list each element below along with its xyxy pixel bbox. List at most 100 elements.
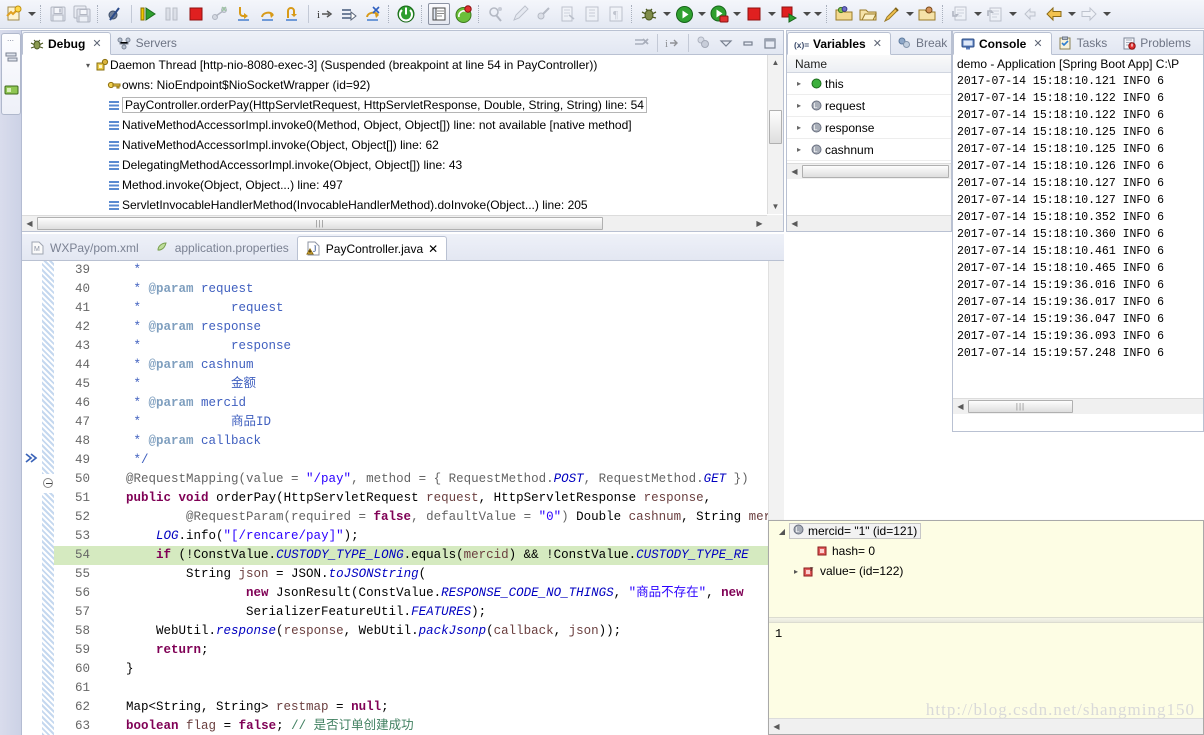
monitor-row[interactable]: owns: NioEndpoint$NioSocketWrapper (id=9… bbox=[22, 75, 766, 95]
stack-trace-list[interactable]: ▾ Daemon Thread [http-nio-8080-exec-3] (… bbox=[22, 55, 766, 214]
close-icon[interactable]: ✕ bbox=[873, 37, 882, 50]
stack-frame-row[interactable]: NativeMethodAccessorImpl.invoke(Object, … bbox=[22, 135, 766, 155]
save-icon[interactable] bbox=[46, 2, 70, 26]
restore-icon[interactable] bbox=[4, 50, 19, 68]
new-java-project-icon[interactable] bbox=[880, 2, 904, 26]
popup-horizontal-scrollbar[interactable]: ◀ bbox=[769, 718, 1203, 734]
code-line[interactable]: if (!ConstValue.CUSTODY_TYPE_LONG.equals… bbox=[96, 546, 784, 565]
dropdown-arrow-bootdash[interactable] bbox=[801, 3, 812, 25]
code-line[interactable]: public void orderPay(HttpServletRequest … bbox=[96, 489, 784, 508]
expand-twisty[interactable]: ▾ bbox=[82, 61, 94, 70]
dropdown-arrow-new[interactable] bbox=[26, 3, 37, 25]
instruction-stepping-mode-icon[interactable]: i bbox=[662, 33, 684, 53]
code-line[interactable]: * 商品ID bbox=[96, 413, 784, 432]
disconnect-icon[interactable] bbox=[208, 2, 232, 26]
console-output[interactable]: demo - Application [Spring Boot App] C:\… bbox=[953, 55, 1203, 431]
suspend-icon[interactable] bbox=[160, 2, 184, 26]
tab-servers[interactable]: Servers bbox=[111, 31, 185, 54]
scroll-left-arrow[interactable]: ◀ bbox=[787, 216, 802, 231]
variable-inspect-popup[interactable]: ◢ L mercid= "1" (id=121) hash= 0 ▸ F val… bbox=[768, 520, 1204, 735]
expand-twisty[interactable]: ▸ bbox=[789, 567, 803, 576]
variables-list[interactable]: ▸ this ▸ L request ▸ L response ▸ L cash… bbox=[787, 73, 951, 161]
code-line[interactable]: return; bbox=[96, 641, 784, 660]
next-annotation-icon[interactable] bbox=[948, 2, 972, 26]
maximize-icon[interactable] bbox=[759, 33, 781, 53]
stack-frame-row[interactable]: NativeMethodAccessorImpl.invoke0(Method,… bbox=[22, 115, 766, 135]
new-wizard-icon[interactable] bbox=[2, 2, 26, 26]
skip-all-breakpoints-icon[interactable] bbox=[103, 2, 127, 26]
code-line[interactable]: String json = JSON.toJSONString( bbox=[96, 565, 784, 584]
dropdown-arrow-runext[interactable] bbox=[731, 3, 742, 25]
stack-frame-row[interactable]: DelegatingMethodAccessorImpl.invoke(Obje… bbox=[22, 155, 766, 175]
dropdown-arrow-prevann[interactable] bbox=[1007, 3, 1018, 25]
forward-icon[interactable] bbox=[1077, 2, 1101, 26]
tab-variables[interactable]: (x)= Variables ✕ bbox=[787, 32, 891, 55]
variable-row[interactable]: ▸ this bbox=[787, 73, 951, 95]
package-explorer-icon[interactable] bbox=[4, 82, 20, 101]
tab-application-properties[interactable]: application.properties bbox=[147, 235, 297, 260]
open-task-icon[interactable] bbox=[556, 2, 580, 26]
tab-debug[interactable]: Debug ✕ bbox=[22, 32, 111, 55]
debug-view-horizontal-scrollbar[interactable]: ◀ ||| ▶ bbox=[22, 215, 767, 231]
stack-frame-row[interactable]: PayController.orderPay(HttpServletReques… bbox=[22, 95, 766, 115]
code-line[interactable]: * @param mercid bbox=[96, 394, 784, 413]
boot-dashboard-icon[interactable] bbox=[777, 2, 801, 26]
inspect-detail-pane[interactable]: 1 bbox=[769, 624, 1203, 717]
minimize-icon[interactable] bbox=[737, 33, 759, 53]
dropdown-arrow-back[interactable] bbox=[1066, 3, 1077, 25]
tab-problems[interactable]: Problems bbox=[1115, 31, 1199, 54]
step-return-icon[interactable] bbox=[280, 2, 304, 26]
code-line[interactable]: LOG.info("[/rencare/pay]"); bbox=[96, 527, 784, 546]
code-line[interactable]: * bbox=[96, 261, 784, 280]
stop-icon[interactable] bbox=[742, 2, 766, 26]
remove-all-terminated-icon[interactable] bbox=[631, 33, 653, 53]
power-toggle-icon[interactable] bbox=[394, 2, 418, 26]
search-icon[interactable] bbox=[915, 2, 939, 26]
close-icon[interactable]: ✕ bbox=[428, 242, 438, 256]
code-line[interactable]: Map<String, String> restmap = null; bbox=[96, 698, 784, 717]
save-all-icon[interactable] bbox=[70, 2, 94, 26]
code-line[interactable]: @RequestMapping(value = "/pay", method =… bbox=[96, 470, 784, 489]
terminate-icon[interactable] bbox=[184, 2, 208, 26]
scroll-left-arrow[interactable]: ◀ bbox=[769, 719, 784, 734]
dropdown-arrow-debug[interactable] bbox=[661, 3, 672, 25]
scroll-left-arrow[interactable]: ◀ bbox=[22, 216, 37, 231]
code-line[interactable]: * @param response bbox=[96, 318, 784, 337]
variable-row[interactable]: ▸ L cashnum bbox=[787, 139, 951, 161]
popup-sash[interactable] bbox=[769, 617, 1203, 623]
console-horizontal-scrollbar[interactable]: ◀ ||| bbox=[953, 398, 1203, 414]
code-line[interactable]: * request bbox=[96, 299, 784, 318]
tab-paycontroller-java[interactable]: J PayController.java ✕ bbox=[296, 236, 448, 261]
show-whitespace-icon[interactable] bbox=[580, 2, 604, 26]
marker-icon[interactable] bbox=[532, 2, 556, 26]
back-icon[interactable] bbox=[1018, 2, 1042, 26]
collapse-icon[interactable] bbox=[43, 478, 53, 488]
tab-tasks[interactable]: Tasks bbox=[1052, 31, 1116, 54]
spring-boot-icon[interactable] bbox=[451, 2, 475, 26]
view-menu-icon[interactable] bbox=[693, 33, 715, 53]
code-line[interactable]: * @param request bbox=[96, 280, 784, 299]
close-icon[interactable]: ✕ bbox=[1033, 37, 1042, 50]
variable-row[interactable]: ▸ L request bbox=[787, 95, 951, 117]
code-line[interactable]: @RequestParam(required = false, defaultV… bbox=[96, 508, 784, 527]
scroll-right-arrow[interactable]: ▶ bbox=[752, 216, 767, 231]
code-line[interactable] bbox=[96, 679, 784, 698]
inspect-row-mercid[interactable]: ◢ L mercid= "1" (id=121) bbox=[769, 521, 1203, 541]
editor-folding-ruler[interactable] bbox=[42, 261, 54, 735]
step-into-icon[interactable] bbox=[232, 2, 256, 26]
variables-detail-scrollbar[interactable]: ◀ bbox=[787, 215, 951, 231]
pencil-icon[interactable] bbox=[508, 2, 532, 26]
dropdown-arrow-stop[interactable] bbox=[766, 3, 777, 25]
editor-marker-ruler[interactable] bbox=[22, 261, 42, 735]
scroll-left-arrow[interactable]: ◀ bbox=[787, 164, 802, 179]
expand-twisty[interactable]: ▸ bbox=[791, 123, 807, 132]
run-external-tools-icon[interactable] bbox=[707, 2, 731, 26]
open-type-icon[interactable] bbox=[856, 2, 880, 26]
debug-view-vertical-scrollbar[interactable]: ▲ ▼ bbox=[767, 55, 783, 214]
resume-icon[interactable] bbox=[136, 2, 160, 26]
inspect-row-hash[interactable]: hash= 0 bbox=[769, 541, 1203, 561]
view-dropdown-icon[interactable] bbox=[715, 33, 737, 53]
previous-annotation-icon[interactable] bbox=[983, 2, 1007, 26]
step-over-icon[interactable] bbox=[256, 2, 280, 26]
code-line[interactable]: * @param callback bbox=[96, 432, 784, 451]
